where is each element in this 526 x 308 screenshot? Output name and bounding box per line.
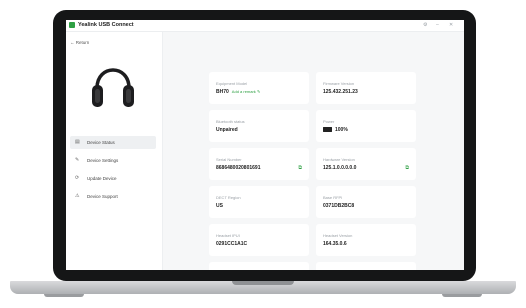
sidebar-item-label: Device Support (87, 194, 118, 199)
close-button[interactable]: ✕ (449, 21, 453, 30)
sidebar-item-update-device[interactable]: ⟳ Update Device (70, 172, 156, 185)
hardware-version-value: 125.1.0.0.0.0.0 (323, 165, 357, 171)
battery-icon (323, 127, 332, 133)
sidebar-item-label: Device Status (87, 140, 115, 145)
return-label: Return (75, 40, 90, 45)
headset-ipui-label: Headset IPUI (216, 233, 240, 238)
card-serial-number: Serial Number 8686480020801691 ⧉ (209, 148, 309, 180)
firmware-version-value: 125.432.251.23 (323, 89, 358, 95)
equipment-model-text: BH70 (216, 89, 229, 95)
minimize-button[interactable]: – (436, 21, 439, 30)
equipment-model-label: Equipment Model (216, 81, 248, 86)
power-percent: 100% (335, 127, 348, 133)
card-headset-ipui: Headset IPUI 0291CC1A1C (209, 224, 309, 256)
settings-gear-icon[interactable]: ⚙ (423, 21, 427, 30)
settings-icon: ✎ (75, 157, 80, 163)
app-title: Yealink USB Connect (78, 22, 134, 28)
device-status-panel: Equipment Model BH70 Add a remark ✎ Firmw… (163, 32, 464, 270)
card-headset-version: Headset Version 164.35.0.6 (316, 224, 416, 256)
app-logo-icon (69, 22, 75, 28)
card-equipment-model: Equipment Model BH70 Add a remark ✎ (209, 72, 309, 104)
card-base-rfpi: Base RFPI 0371DB2BC8 (316, 186, 416, 218)
power-value: 100% (323, 127, 348, 133)
return-button[interactable]: ← Return (70, 40, 89, 45)
base-rfpi-label: Base RFPI (323, 195, 343, 200)
support-icon: ⚠ (75, 193, 80, 199)
bluetooth-status-label: Bluetooth status (216, 119, 245, 124)
copy-icon[interactable]: ⧉ (298, 165, 302, 171)
hardware-version-label: Hardware Version (323, 157, 355, 162)
headset-version-value: 164.35.0.6 (323, 241, 347, 247)
card-power: Power 100% (316, 110, 416, 142)
title-bar: Yealink USB Connect ⚙ – ✕ (66, 20, 464, 32)
device-status-icon: ▤ (75, 139, 80, 145)
card-bluetooth-status: Bluetooth status Unpaired (209, 110, 309, 142)
equipment-model-value: BH70 Add a remark ✎ (216, 89, 260, 95)
back-arrow-icon: ← (70, 40, 75, 45)
card-firmware-version: Firmware Version 125.432.251.23 (316, 72, 416, 104)
update-icon: ⟳ (75, 175, 80, 181)
sidebar-item-label: Device Settings (87, 158, 119, 163)
base-rfpi-value: 0371DB2BC8 (323, 203, 355, 209)
bluetooth-status-value: Unpaired (216, 127, 238, 133)
card-dect-region: DECT Region US (209, 186, 309, 218)
power-label: Power (323, 119, 335, 124)
headset-version-label: Headset Version (323, 233, 353, 238)
card-partial-right (316, 262, 416, 270)
app-window: Yealink USB Connect ⚙ – ✕ ← Return ▤ Dev… (66, 20, 464, 270)
dect-region-value: US (216, 203, 223, 209)
sidebar: ← Return ▤ Device Status ✎ Device Settin… (66, 32, 163, 270)
dect-region-label: DECT Region (216, 195, 241, 200)
serial-number-label: Serial Number (216, 157, 242, 162)
sidebar-item-label: Update Device (87, 176, 117, 181)
firmware-version-label: Firmware Version (323, 81, 355, 86)
add-remark-label: Add a remark (231, 89, 256, 94)
add-remark-link[interactable]: Add a remark ✎ (232, 89, 261, 94)
headset-image (92, 68, 134, 107)
sidebar-item-device-status[interactable]: ▤ Device Status (70, 136, 156, 149)
sidebar-item-device-support[interactable]: ⚠ Device Support (70, 190, 156, 203)
copy-icon[interactable]: ⧉ (405, 165, 409, 171)
card-partial-left (209, 262, 309, 270)
laptop-notch (232, 281, 294, 285)
edit-icon: ✎ (256, 89, 261, 94)
laptop-foot-right (442, 294, 482, 297)
sidebar-item-device-settings[interactable]: ✎ Device Settings (70, 154, 156, 167)
card-hardware-version: Hardware Version 125.1.0.0.0.0.0 ⧉ (316, 148, 416, 180)
serial-number-value: 8686480020801691 (216, 165, 261, 171)
headset-ipui-value: 0291CC1A1C (216, 241, 248, 247)
laptop-foot-left (44, 294, 84, 297)
